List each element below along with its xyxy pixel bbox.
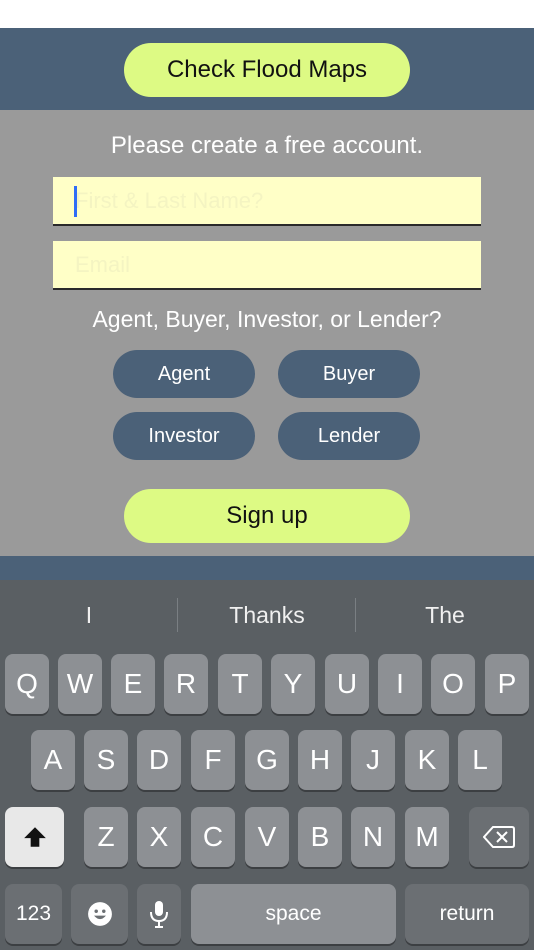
- return-key[interactable]: return: [405, 884, 529, 944]
- role-question: Agent, Buyer, Investor, or Lender?: [92, 306, 442, 332]
- key-j[interactable]: J: [351, 730, 395, 790]
- numbers-key[interactable]: 123: [5, 884, 62, 944]
- key-k[interactable]: K: [405, 730, 449, 790]
- suggestion-1[interactable]: I: [0, 580, 178, 650]
- backspace-icon: [483, 826, 515, 848]
- key-v[interactable]: V: [245, 807, 289, 867]
- key-y[interactable]: Y: [271, 654, 315, 714]
- shift-key[interactable]: [5, 807, 64, 867]
- emoji-icon: [87, 902, 112, 926]
- key-m[interactable]: M: [405, 807, 449, 867]
- key-q[interactable]: Q: [5, 654, 49, 714]
- text-cursor: [74, 186, 77, 217]
- name-field[interactable]: [53, 177, 481, 226]
- emoji-key[interactable]: [71, 884, 128, 944]
- key-z[interactable]: Z: [84, 807, 128, 867]
- microphone-icon: [150, 901, 168, 928]
- key-l[interactable]: L: [458, 730, 502, 790]
- space-key[interactable]: space: [191, 884, 396, 944]
- key-h[interactable]: H: [298, 730, 342, 790]
- key-f[interactable]: F: [191, 730, 235, 790]
- key-u[interactable]: U: [325, 654, 369, 714]
- sign-up-button[interactable]: Sign up: [124, 489, 410, 543]
- key-t[interactable]: T: [218, 654, 262, 714]
- key-x[interactable]: X: [137, 807, 181, 867]
- key-d[interactable]: D: [137, 730, 181, 790]
- role-agent-button[interactable]: Agent: [113, 350, 255, 398]
- create-account-prompt: Please create a free account.: [110, 132, 424, 159]
- key-p[interactable]: P: [485, 654, 529, 714]
- suggestion-2[interactable]: Thanks: [178, 580, 356, 650]
- key-a[interactable]: A: [31, 730, 75, 790]
- key-n[interactable]: N: [351, 807, 395, 867]
- suggestion-3[interactable]: The: [356, 580, 534, 650]
- key-w[interactable]: W: [58, 654, 102, 714]
- key-i[interactable]: I: [378, 654, 422, 714]
- key-e[interactable]: E: [111, 654, 155, 714]
- check-flood-maps-button[interactable]: Check Flood Maps: [124, 43, 410, 97]
- key-r[interactable]: R: [164, 654, 208, 714]
- key-o[interactable]: O: [431, 654, 475, 714]
- email-field[interactable]: [53, 241, 481, 290]
- keyboard: I Thanks The Q W E R T Y U I O P A S D F…: [0, 580, 534, 950]
- dictation-key[interactable]: [137, 884, 181, 944]
- role-investor-button[interactable]: Investor: [113, 412, 255, 460]
- backspace-key[interactable]: [469, 807, 529, 867]
- key-g[interactable]: G: [245, 730, 289, 790]
- key-c[interactable]: C: [191, 807, 235, 867]
- shift-arrow-icon: [23, 827, 46, 847]
- footer-band: [0, 556, 534, 580]
- status-area: [0, 0, 534, 28]
- role-buyer-button[interactable]: Buyer: [278, 350, 420, 398]
- role-lender-button[interactable]: Lender: [278, 412, 420, 460]
- key-s[interactable]: S: [84, 730, 128, 790]
- key-b[interactable]: B: [298, 807, 342, 867]
